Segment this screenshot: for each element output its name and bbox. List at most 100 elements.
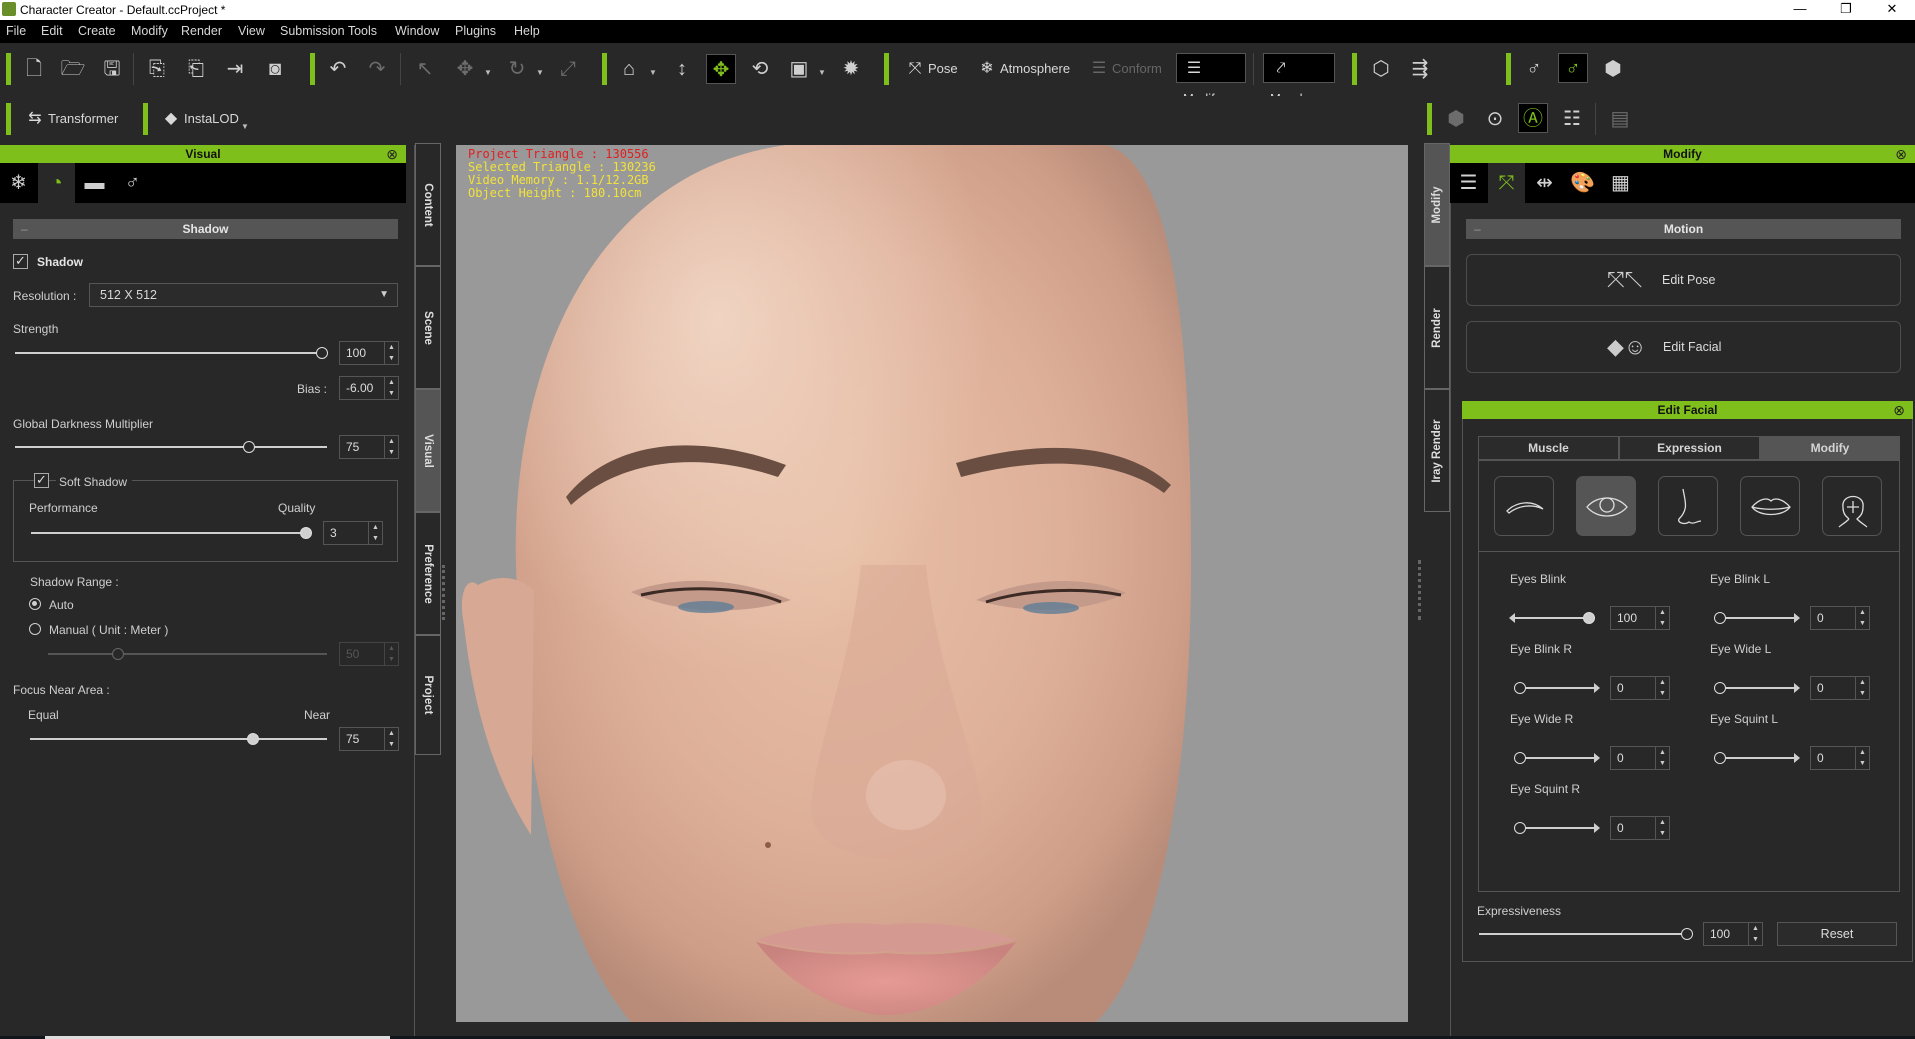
close-facial-icon[interactable]: ⊗ <box>1893 401 1905 419</box>
vtab-render[interactable]: Render <box>1424 266 1450 389</box>
background-tab-icon[interactable]: ▬ <box>76 163 113 203</box>
spin-arrows-icon[interactable]: ▲ ▼ <box>368 522 382 544</box>
slider-knob[interactable] <box>316 347 328 359</box>
home-camera-icon[interactable]: ⌂ <box>614 54 644 84</box>
darkness-slider[interactable] <box>15 441 327 453</box>
save-icon[interactable]: 🖫 <box>97 54 127 84</box>
cubes-icon[interactable]: ⬢ <box>1598 54 1628 84</box>
spin-arrows-icon[interactable]: ▲ ▼ <box>384 377 398 399</box>
vtab-scene[interactable]: Scene <box>415 266 441 389</box>
spin-arrows-icon[interactable]: ▲ ▼ <box>384 342 398 364</box>
slider-knob[interactable] <box>300 527 312 539</box>
menu-window[interactable]: Window <box>395 24 439 38</box>
lips-feature-button[interactable] <box>1740 476 1800 536</box>
soft-shadow-quality-slider[interactable] <box>31 527 312 539</box>
focus-near-slider[interactable] <box>30 733 327 745</box>
menu-render[interactable]: Render <box>181 24 222 38</box>
resolution-dropdown[interactable]: 512 X 512 ▼ <box>89 283 398 307</box>
eye-blink-r-slider[interactable] <box>1512 682 1600 694</box>
eye-wide-l-spinbox[interactable]: 0 ▲ ▼ <box>1810 676 1870 700</box>
shadow-tab-icon[interactable]: ◔ <box>38 163 75 203</box>
morph-button[interactable]: ⤤Morph <box>1263 53 1335 106</box>
slider-knob[interactable] <box>1583 612 1595 624</box>
manual-range-spinbox[interactable]: 50 ▲ ▼ <box>339 642 399 666</box>
menu-submission-tools[interactable]: Submission Tools <box>280 24 377 38</box>
settings-sliders-icon[interactable]: ☷ <box>1557 104 1587 134</box>
frame-view-icon[interactable]: ▣ <box>784 54 814 84</box>
slider-knob[interactable] <box>1514 822 1526 834</box>
splitter-handle[interactable] <box>442 565 445 620</box>
rotate-icon[interactable]: ↻ <box>502 54 532 84</box>
auto-rotate-icon[interactable]: Ⓐ <box>1518 103 1548 133</box>
range-auto-radio[interactable] <box>29 598 41 610</box>
slider-knob[interactable] <box>1714 752 1726 764</box>
menu-create[interactable]: Create <box>78 24 116 38</box>
pick-icon[interactable]: ⊙ <box>1480 104 1510 134</box>
scale-icon[interactable]: ⤢ <box>553 54 583 84</box>
instalod-button[interactable]: ◆ InstaLOD <box>154 104 245 134</box>
slider-knob[interactable] <box>1514 682 1526 694</box>
focus-near-spinbox[interactable]: 75 ▲ ▼ <box>339 727 399 751</box>
strength-slider[interactable] <box>15 347 328 359</box>
soft-shadow-checkbox[interactable]: ✓ <box>34 473 49 488</box>
eye-wide-l-slider[interactable] <box>1712 682 1800 694</box>
close-panel-icon[interactable]: ⊗ <box>386 145 398 163</box>
menu-help[interactable]: Help <box>514 24 540 38</box>
shadow-section-header[interactable]: – Shadow <box>13 219 398 239</box>
eye-squint-r-slider[interactable] <box>1512 822 1600 834</box>
texture-tab-icon[interactable]: ▦ <box>1602 163 1639 203</box>
atmosphere-tab-icon[interactable]: ❄ <box>0 163 37 203</box>
manual-range-slider[interactable] <box>48 648 327 660</box>
eye-blink-l-spinbox[interactable]: 0 ▲ ▼ <box>1810 606 1870 630</box>
attribute-tab-icon[interactable]: ☰ <box>1450 163 1487 203</box>
range-manual-radio[interactable] <box>29 623 41 635</box>
spin-arrows-icon[interactable]: ▲ ▼ <box>1655 607 1669 629</box>
vtab-iray-render[interactable]: Iray Render <box>1424 389 1450 512</box>
eye-wide-r-slider[interactable] <box>1512 752 1600 764</box>
panel-icon[interactable]: ▤ <box>1605 104 1635 134</box>
3d-viewport[interactable]: Project Triangle : 130556 Selected Trian… <box>456 145 1408 1022</box>
fit-height-icon[interactable]: ↕ <box>667 54 697 84</box>
import-ic-icon[interactable]: ⎗ <box>181 54 211 84</box>
orbit-view-icon[interactable]: ⟲ <box>745 54 775 84</box>
vtab-visual[interactable]: Visual <box>415 389 441 512</box>
rotate-dropdown-icon[interactable]: ▼ <box>536 68 544 77</box>
spin-arrows-icon[interactable]: ▲ ▼ <box>384 728 398 750</box>
shadow-checkbox[interactable]: ✓ <box>13 254 28 269</box>
camera-dropdown-icon[interactable]: ▼ <box>649 68 657 77</box>
tab-muscle[interactable]: Muscle <box>1478 436 1619 460</box>
menu-view[interactable]: View <box>238 24 265 38</box>
spin-arrows-icon[interactable]: ▲ ▼ <box>1655 817 1669 839</box>
slider-knob[interactable] <box>111 648 124 660</box>
tab-expression[interactable]: Expression <box>1619 436 1760 460</box>
spin-arrows-icon[interactable]: ▲ ▼ <box>1655 677 1669 699</box>
hidden-object-icon[interactable]: ⬢ <box>1441 104 1471 134</box>
menu-plugins[interactable]: Plugins <box>455 24 496 38</box>
slider-knob[interactable] <box>1681 928 1693 940</box>
undo-icon[interactable]: ↶ <box>323 54 353 84</box>
spin-arrows-icon[interactable]: ▲ ▼ <box>1748 923 1762 945</box>
character-icon[interactable]: ♂ <box>1519 54 1549 84</box>
spin-arrows-icon[interactable]: ▲ ▼ <box>1855 677 1869 699</box>
morph-tab-icon[interactable]: ⇹ <box>1526 163 1563 203</box>
move-icon[interactable]: ✥ <box>450 54 480 84</box>
darkness-spinbox[interactable]: 75 ▲ ▼ <box>339 435 399 459</box>
slider-knob[interactable] <box>1714 682 1726 694</box>
tab-modify[interactable]: Modify <box>1760 436 1900 460</box>
instalod-dropdown-icon[interactable]: ▼ <box>241 122 249 131</box>
pose-button[interactable]: ⤧ Pose <box>898 54 964 84</box>
pan-view-icon[interactable]: ✥ <box>706 54 736 84</box>
eye-wide-r-spinbox[interactable]: 0 ▲ ▼ <box>1610 746 1670 770</box>
select-icon[interactable]: ↖ <box>410 54 440 84</box>
new-file-icon[interactable]: 🗋 <box>19 54 49 84</box>
edit-facial-button[interactable]: ◆☺ Edit Facial <box>1466 321 1901 373</box>
import-character-icon[interactable]: ⎘ <box>142 54 172 84</box>
eyebrow-feature-button[interactable] <box>1494 476 1554 536</box>
head-feature-button[interactable] <box>1822 476 1882 536</box>
eyes-blink-slider[interactable] <box>1509 612 1597 624</box>
eye-squint-l-slider[interactable] <box>1712 752 1800 764</box>
eye-feature-button[interactable] <box>1576 476 1636 536</box>
vtab-preference[interactable]: Preference <box>415 512 441 635</box>
collapse-icon[interactable]: – <box>21 219 28 239</box>
maximize-button[interactable]: ❐ <box>1823 0 1869 20</box>
